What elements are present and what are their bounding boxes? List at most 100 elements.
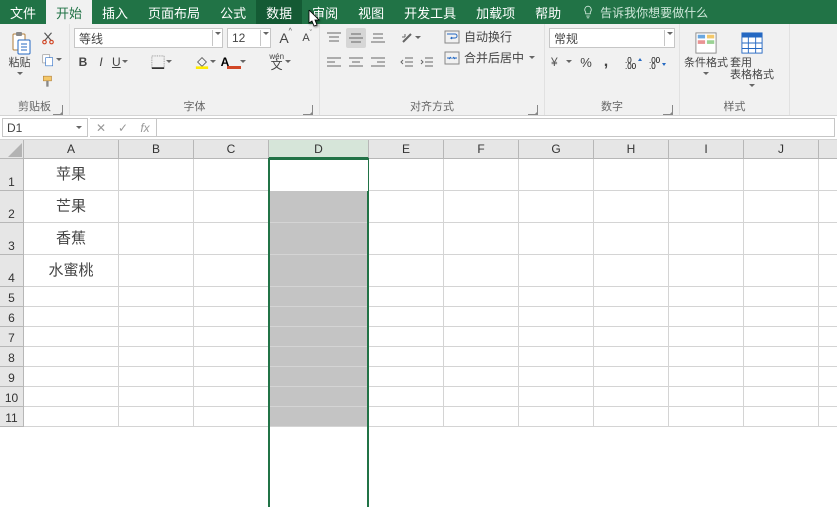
font-family-combo[interactable]: 等线 [74, 28, 223, 48]
align-center-button[interactable] [346, 52, 366, 72]
increase-decimal-button[interactable]: .0.00 [623, 52, 645, 72]
cell[interactable] [119, 159, 194, 191]
cell[interactable]: 芒果 [24, 191, 119, 223]
cell[interactable] [269, 407, 369, 427]
tell-me-input[interactable]: 告诉我你想要做什么 [571, 0, 708, 24]
cell[interactable] [194, 255, 269, 287]
cell[interactable] [444, 223, 519, 255]
row-header[interactable]: 2 [0, 191, 24, 223]
phonetic-button[interactable]: wén文 [267, 52, 294, 72]
cell[interactable] [819, 387, 837, 407]
cell[interactable] [369, 367, 444, 387]
cell[interactable] [519, 159, 594, 191]
cell[interactable] [24, 327, 119, 347]
cell[interactable]: 香蕉 [24, 223, 119, 255]
comma-button[interactable]: , [597, 52, 615, 72]
cell[interactable] [24, 287, 119, 307]
merge-center-button[interactable]: 合并后居中 [444, 49, 536, 66]
align-top-button[interactable] [324, 28, 344, 48]
cell[interactable] [119, 191, 194, 223]
cell[interactable] [594, 287, 669, 307]
cell[interactable] [819, 287, 837, 307]
paste-button[interactable]: 粘贴 [4, 28, 35, 78]
cell[interactable] [119, 255, 194, 287]
cell[interactable] [669, 255, 744, 287]
format-as-table-button[interactable]: 套用 表格格式 [730, 28, 774, 90]
cell[interactable] [819, 223, 837, 255]
fill-color-button[interactable] [193, 52, 219, 72]
cell[interactable] [369, 191, 444, 223]
cell[interactable] [24, 307, 119, 327]
font-color-button[interactable]: A [219, 52, 250, 72]
cell[interactable] [369, 387, 444, 407]
cell[interactable] [744, 159, 819, 191]
row-header[interactable]: 1 [0, 159, 24, 191]
cell[interactable] [519, 367, 594, 387]
cell[interactable] [119, 223, 194, 255]
column-header[interactable]: E [369, 140, 444, 159]
name-box[interactable]: D1 [2, 118, 88, 137]
cell[interactable] [594, 255, 669, 287]
grow-font-button[interactable]: A^ [275, 28, 293, 48]
cell[interactable] [194, 347, 269, 367]
cell[interactable] [444, 347, 519, 367]
cell[interactable] [819, 347, 837, 367]
cell[interactable] [669, 159, 744, 191]
cell[interactable] [119, 387, 194, 407]
cell[interactable] [594, 327, 669, 347]
cell[interactable] [669, 191, 744, 223]
enter-button[interactable]: ✓ [112, 118, 134, 138]
row-header[interactable]: 7 [0, 327, 24, 347]
cell[interactable] [369, 223, 444, 255]
column-header[interactable]: I [669, 140, 744, 159]
wrap-text-button[interactable]: 自动换行 [444, 28, 512, 45]
cell[interactable] [594, 223, 669, 255]
cell[interactable] [369, 159, 444, 191]
row-header[interactable]: 6 [0, 307, 24, 327]
cell[interactable] [369, 287, 444, 307]
cell[interactable] [444, 191, 519, 223]
grid[interactable]: 苹果芒果香蕉水蜜桃 [24, 159, 837, 427]
cell[interactable] [744, 191, 819, 223]
cell[interactable] [519, 347, 594, 367]
format-painter-button[interactable] [39, 72, 57, 92]
cell[interactable] [369, 407, 444, 427]
column-header[interactable]: F [444, 140, 519, 159]
menu-tab-9[interactable]: 加载项 [466, 0, 525, 24]
cell[interactable] [269, 347, 369, 367]
cell[interactable] [119, 307, 194, 327]
border-button[interactable] [149, 52, 175, 72]
copy-button[interactable] [39, 50, 65, 70]
cell[interactable] [669, 307, 744, 327]
cell[interactable] [194, 223, 269, 255]
menu-tab-7[interactable]: 视图 [348, 0, 394, 24]
cell[interactable] [269, 327, 369, 347]
menu-tab-5[interactable]: 数据 [256, 0, 302, 24]
cell[interactable] [594, 367, 669, 387]
cell[interactable] [444, 287, 519, 307]
cell[interactable] [519, 387, 594, 407]
menu-tab-1[interactable]: 开始 [46, 0, 92, 24]
cell[interactable] [669, 407, 744, 427]
cell[interactable] [744, 347, 819, 367]
cell[interactable] [444, 159, 519, 191]
cell[interactable] [119, 367, 194, 387]
cell[interactable] [369, 347, 444, 367]
cell[interactable] [669, 327, 744, 347]
cell[interactable] [669, 387, 744, 407]
cell[interactable] [119, 347, 194, 367]
cell[interactable] [744, 387, 819, 407]
cell[interactable] [744, 367, 819, 387]
cell[interactable] [744, 327, 819, 347]
insert-function-button[interactable]: fx [134, 118, 156, 138]
cell[interactable] [194, 159, 269, 191]
font-launcher[interactable] [303, 105, 313, 115]
cell[interactable] [519, 287, 594, 307]
column-header[interactable]: C [194, 140, 269, 159]
number-format-combo[interactable]: 常规 [549, 28, 675, 48]
menu-tab-4[interactable]: 公式 [210, 0, 256, 24]
cell[interactable] [24, 367, 119, 387]
cell[interactable] [594, 307, 669, 327]
cell[interactable] [519, 327, 594, 347]
cell[interactable] [444, 407, 519, 427]
